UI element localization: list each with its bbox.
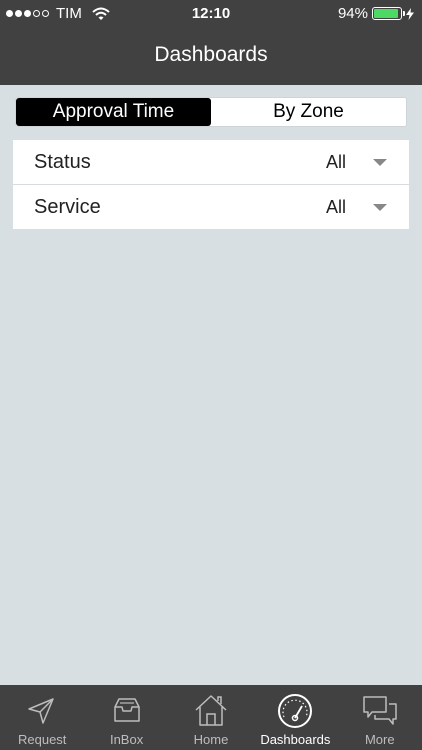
filter-label: Status [34,150,91,173]
top-header: TIM 12:10 94% Dashboards [0,0,422,85]
battery-cap [403,11,405,16]
filter-status-row[interactable]: Status All [13,140,409,184]
battery-fill [374,9,399,18]
tab-inbox[interactable]: InBox [84,685,168,750]
segmented-control: Approval Time By Zone [15,97,407,127]
status-bar: TIM 12:10 94% [0,0,422,28]
page-title: Dashboards [154,43,268,66]
speedometer-icon [278,694,313,728]
app-screen: TIM 12:10 94% Dashboards Approval Time B… [0,0,422,750]
battery-percent: 94% [337,5,368,22]
tab-label: InBox [109,732,144,747]
paper-plane-icon [28,698,54,724]
chat-bubbles-icon [363,696,397,725]
filter-service-row[interactable]: Service All [13,184,409,229]
filters-card: Status All Service All [13,140,409,229]
tab-home[interactable]: Home [169,685,253,750]
filter-value: All [325,196,346,217]
filter-label: Service [34,195,101,218]
filter-value: All [325,151,346,172]
inbox-tray-icon [113,698,140,722]
status-right: 94% [338,5,414,22]
charging-bolt-icon [406,7,414,20]
dropdown-caret-icon[interactable] [373,204,387,211]
dropdown-caret-icon[interactable] [373,159,387,166]
tab-bar: Request InBox Home Dashboards More [0,685,422,750]
tab-label: Request [17,732,67,747]
battery-icon [372,7,405,20]
tab-label: Dashboards [260,732,331,747]
segment-approval-time[interactable]: Approval Time [16,98,211,126]
segment-by-zone[interactable]: By Zone [211,98,406,126]
tab-more[interactable]: More [338,685,422,750]
tab-label: More [364,732,395,747]
house-icon [195,695,227,726]
tab-dashboards[interactable]: Dashboards [253,685,337,750]
tab-label: Home [193,732,229,747]
tab-request[interactable]: Request [0,685,84,750]
